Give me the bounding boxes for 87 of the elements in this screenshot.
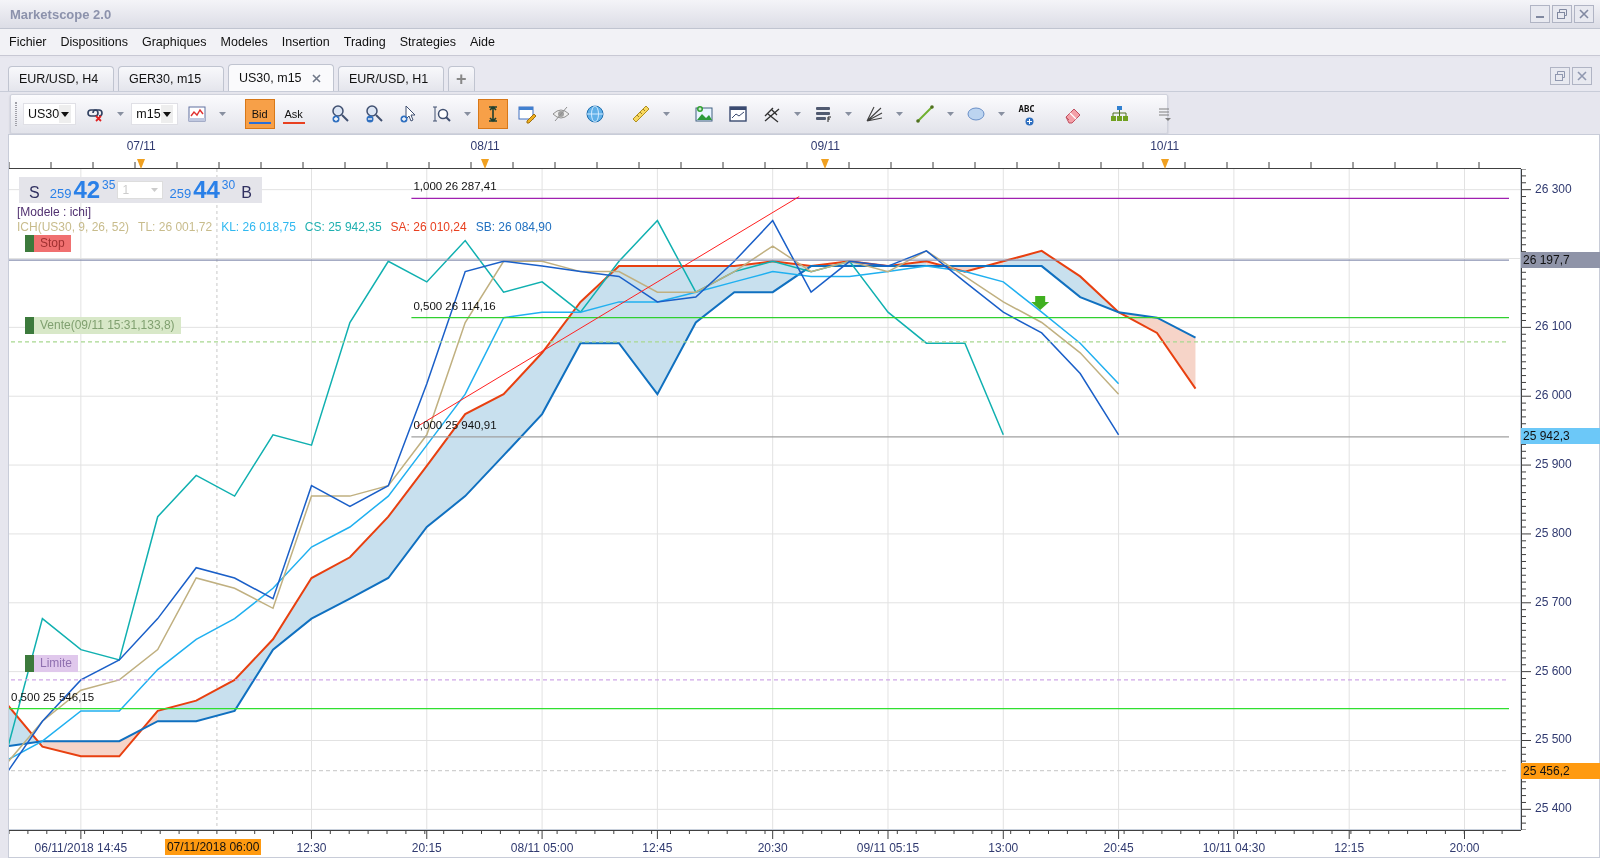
price-tag: 26 197,7	[1521, 252, 1600, 269]
axis-label: 20:45	[1102, 841, 1135, 855]
down-arrow-icon	[1031, 296, 1050, 311]
level-label: 1,000 26 287,41	[413, 180, 497, 193]
axis-label: 25 700	[1535, 594, 1572, 609]
indicator-value: TL: 26 001,72	[138, 220, 213, 234]
day-marker-icon	[136, 159, 147, 169]
axis-label: 07/11	[125, 139, 157, 153]
buy-price-prefix: 259	[169, 186, 192, 201]
plus-icon[interactable]	[1024, 117, 1034, 126]
day-marker-icon	[1159, 159, 1170, 169]
axis-label: 20:15	[410, 841, 443, 855]
axis-label: 25 900	[1535, 457, 1572, 472]
axis-label: 25 500	[1535, 732, 1572, 747]
cursor-time-label: 07/11/2018 06:00	[164, 839, 262, 855]
buy-label: B	[241, 184, 252, 202]
chart-tab[interactable]: EUR/USD, H4	[8, 66, 114, 91]
text-tool-button[interactable]: ABC	[1011, 99, 1042, 129]
axis-label: 20:30	[756, 841, 789, 855]
sell-price-pips: 42	[73, 179, 101, 201]
buy-price-fraction: 30	[221, 178, 236, 192]
axis-label: 26 300	[1535, 181, 1572, 196]
close-icon	[1578, 8, 1590, 20]
sell-price-prefix: 259	[49, 186, 72, 201]
close-icon	[1576, 70, 1588, 82]
tab-label[interactable]: GER30, m15	[129, 72, 202, 86]
day-marker-icon	[820, 159, 831, 169]
chart-tab[interactable]: EUR/USD, H1	[338, 66, 444, 91]
restore-icon	[1556, 8, 1568, 20]
axis-label: 25 800	[1535, 525, 1572, 540]
menu-item[interactable]: Graphiques	[141, 35, 207, 49]
tab-label[interactable]: EUR/USD, H4	[19, 72, 99, 86]
axis-label: 10/11 04:30	[1201, 841, 1267, 855]
caret-icon[interactable]	[61, 111, 70, 117]
menu-item[interactable]: Trading	[343, 35, 386, 49]
template-label: [Modele : ichi]	[17, 205, 92, 219]
chart-tab[interactable]: GER30, m15	[118, 66, 224, 91]
indicator-value: SB: 26 084,90	[475, 220, 552, 234]
price-tag: 25 942,3	[1521, 427, 1600, 444]
indicator-value: SA: 26 010,24	[390, 220, 467, 234]
price-side-button[interactable]: Bid	[244, 99, 275, 129]
close-button[interactable]	[1572, 67, 1592, 85]
axis-label: 13:00	[987, 841, 1020, 855]
menu-item[interactable]: Dispositions	[60, 35, 128, 49]
restore-button[interactable]	[1552, 5, 1572, 23]
menu-item[interactable]: Strategies	[399, 35, 456, 49]
minimize-button[interactable]	[1530, 5, 1550, 23]
text-tool-label[interactable]: ABC	[1018, 104, 1035, 114]
axis-label: 09/11	[809, 139, 841, 153]
symbol-dropdown[interactable]: US30	[23, 103, 77, 125]
axis-label: 06/11/2018 14:45	[33, 841, 129, 855]
close-button[interactable]	[1574, 5, 1594, 23]
restore-button[interactable]	[1550, 67, 1570, 85]
close-icon[interactable]	[311, 73, 321, 83]
timeframe-dropdown[interactable]: m15	[131, 103, 178, 125]
axis-label: 25 600	[1535, 663, 1572, 678]
caret-icon[interactable]	[162, 111, 171, 117]
axis-label: 20:00	[1448, 841, 1481, 855]
axis-label: 09/11 05:15	[855, 841, 921, 855]
tab-label[interactable]: EUR/USD, H1	[349, 72, 429, 86]
indicator-value: CS: 25 942,35	[304, 220, 382, 234]
menu-item[interactable]: Modeles	[220, 35, 268, 49]
axis-label: 12:15	[1333, 841, 1366, 855]
axis-label: 08/11 05:00	[509, 841, 575, 855]
buy-price-pips: 44	[193, 179, 220, 201]
axis-label: 25 400	[1535, 801, 1572, 816]
menu-item[interactable]: Insertion	[281, 35, 330, 49]
price-side-button[interactable]: Ask	[278, 99, 309, 129]
axis-label: 12:30	[295, 841, 328, 855]
minimize-icon	[1536, 16, 1544, 18]
tab-label[interactable]: US30, m15	[239, 71, 302, 85]
indicator-value: KL: 26 018,75	[221, 220, 296, 234]
day-marker-icon	[480, 159, 491, 169]
axis-label: 12:45	[641, 841, 674, 855]
axis-label: 26 100	[1535, 319, 1572, 334]
sell-price-fraction: 35	[102, 178, 116, 192]
price-tag: 25 456,2	[1521, 762, 1600, 779]
sell-label: S	[29, 184, 40, 202]
axis-label: 08/11	[469, 139, 501, 153]
menu-item[interactable]: Fichier	[9, 35, 47, 49]
axis-label: 26 000	[1535, 388, 1572, 403]
window-title: Marketscope 2.0	[10, 6, 112, 22]
menu-item[interactable]: Aide	[469, 35, 495, 49]
restore-icon	[1554, 70, 1566, 82]
axis-label: 10/11	[1149, 139, 1181, 153]
chart-tab[interactable]: US30, m15	[228, 64, 334, 91]
indicator-value: ICH(US30, 9, 26, 52)	[17, 220, 130, 234]
